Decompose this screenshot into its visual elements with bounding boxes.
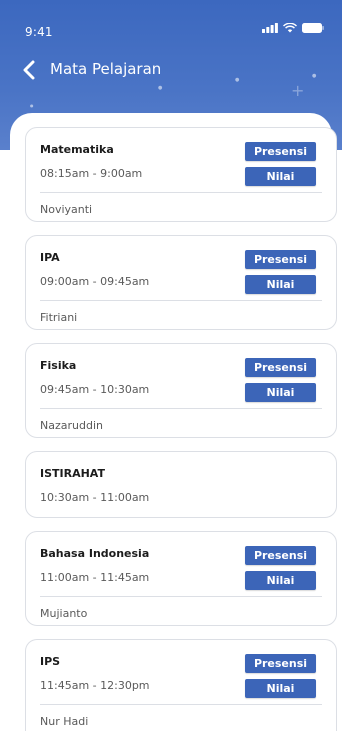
schedule-card: Bahasa Indonesia 11:00am - 11:45am Mujia… [25,531,337,626]
nilai-button[interactable]: Nilai [245,571,316,590]
back-button[interactable] [22,58,42,82]
sparkle-decoration: ● [30,103,34,108]
nilai-button[interactable]: Nilai [245,167,316,186]
schedule-card: Matematika 08:15am - 9:00am Noviyanti Pr… [25,127,337,222]
subject-name: Fisika [40,359,77,372]
teacher-name: Mujianto [40,607,88,620]
nilai-button[interactable]: Nilai [245,383,316,402]
schedule-card: IPA 09:00am - 09:45am Fitriani Presensi … [25,235,337,330]
card-divider [40,300,322,301]
sparkle-decoration: ● [158,85,163,91]
presensi-button[interactable]: Presensi [245,654,316,673]
subject-time: 08:15am - 9:00am [40,167,143,180]
chevron-left-icon [23,60,35,80]
card-divider [40,192,322,193]
nilai-button[interactable]: Nilai [245,679,316,698]
presensi-button[interactable]: Presensi [245,358,316,377]
battery-icon [302,23,324,33]
subject-name: Matematika [40,143,114,156]
subject-name: ISTIRAHAT [40,467,105,480]
sparkle-decoration: ● [235,77,240,83]
subject-time: 10:30am - 11:00am [40,491,150,504]
schedule-card: IPS 11:45am - 12:30pm Nur Hadi Presensi … [25,639,337,731]
sparkle-decoration: + [291,81,305,100]
wifi-icon [283,23,297,33]
presensi-button[interactable]: Presensi [245,250,316,269]
signal-icon [262,23,278,33]
card-divider [40,408,322,409]
subject-time: 09:00am - 09:45am [40,275,150,288]
schedule-card: Fisika 09:45am - 10:30am Nazaruddin Pres… [25,343,337,438]
status-icons [262,23,324,33]
subject-name: Bahasa Indonesia [40,547,150,560]
subject-name: IPS [40,655,61,668]
subject-time: 09:45am - 10:30am [40,383,150,396]
break-card: ISTIRAHAT 10:30am - 11:00am [25,451,337,518]
card-divider [40,596,322,597]
teacher-name: Nazaruddin [40,419,103,432]
teacher-name: Fitriani [40,311,78,324]
subject-time: 11:45am - 12:30pm [40,679,150,692]
teacher-name: Nur Hadi [40,715,89,728]
page-title: Mata Pelajaran [50,60,162,78]
presensi-button[interactable]: Presensi [245,142,316,161]
sparkle-decoration: ● [312,73,317,79]
status-time: 9:41 [25,25,53,39]
status-bar: 9:41 [0,0,342,44]
subject-time: 11:00am - 11:45am [40,571,150,584]
subject-name: IPA [40,251,60,264]
nilai-button[interactable]: Nilai [245,275,316,294]
teacher-name: Noviyanti [40,203,93,216]
card-divider [40,704,322,705]
presensi-button[interactable]: Presensi [245,546,316,565]
